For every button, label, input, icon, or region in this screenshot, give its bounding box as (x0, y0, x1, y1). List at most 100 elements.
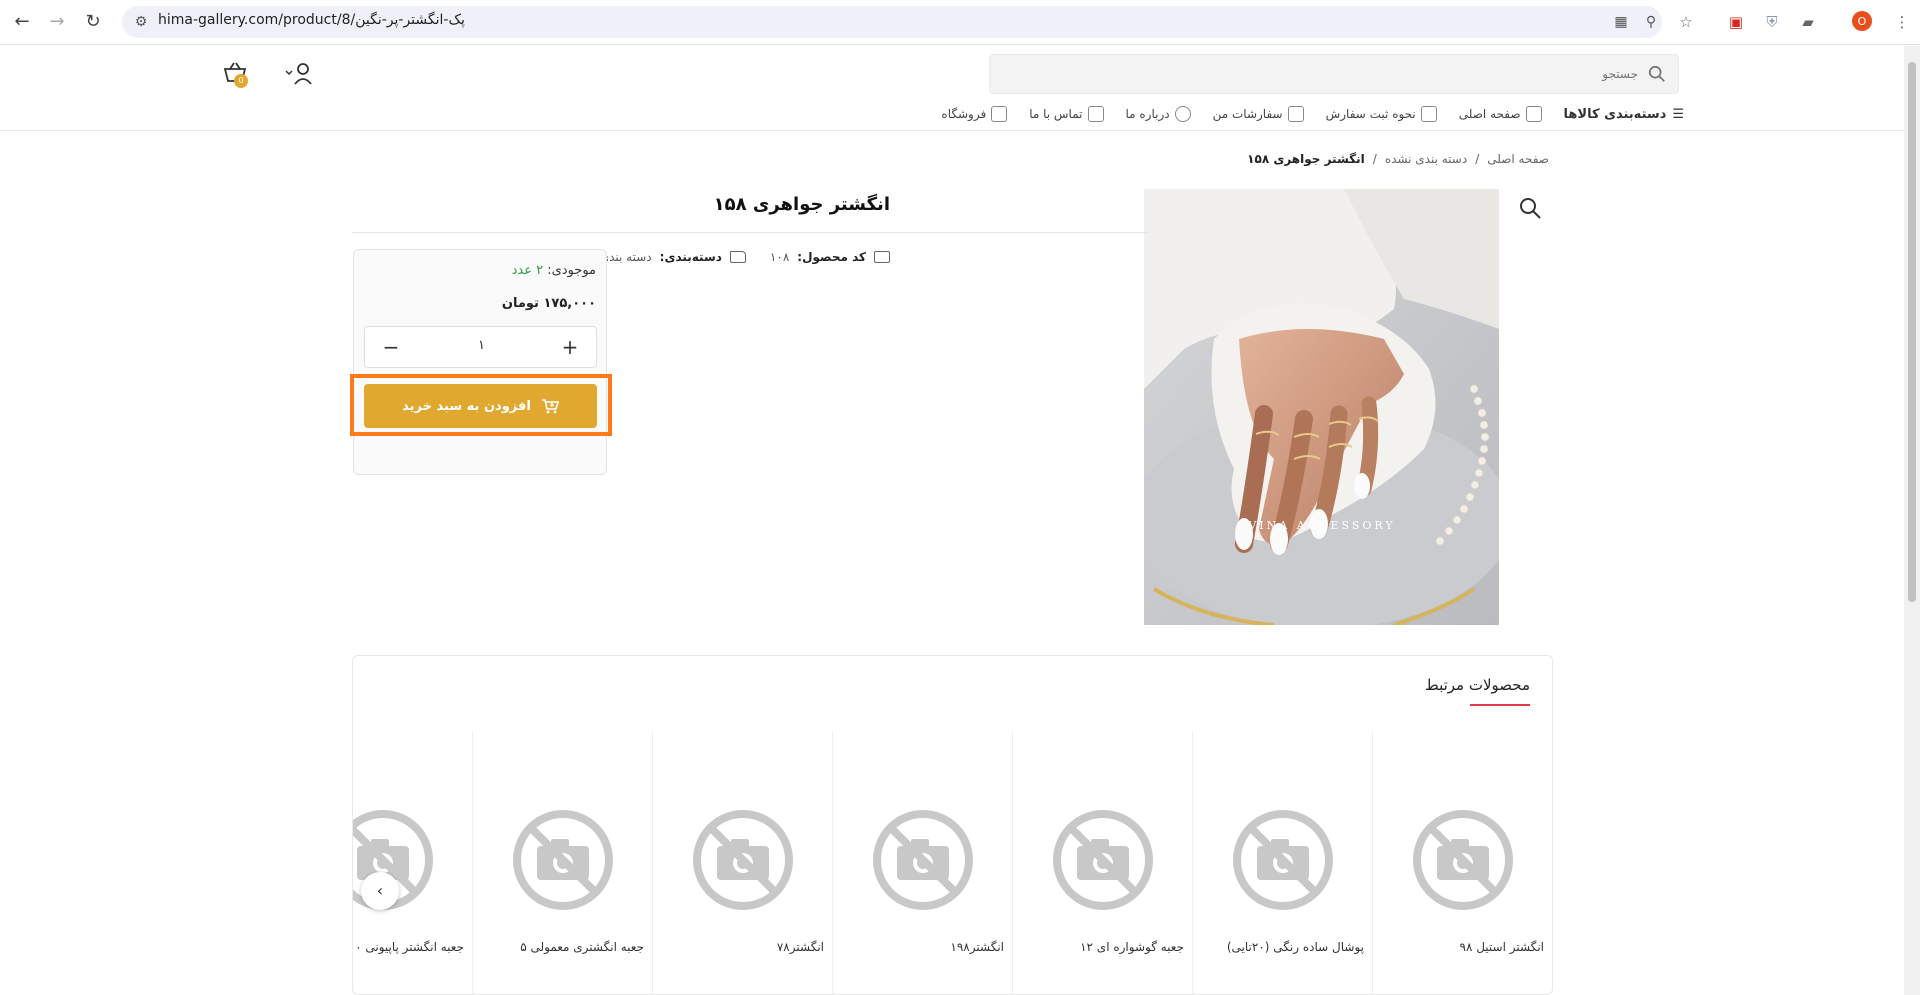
buy-box: موجودی: ۲ عدد ۱۷۵,۰۰۰ تومان + ۱ − افزودن… (350, 249, 612, 475)
breadcrumb-separator: / (1372, 152, 1377, 166)
hamburger-icon: ☰ (1672, 106, 1684, 122)
scrollbar-thumb[interactable] (1908, 62, 1916, 602)
stock-info: موجودی: ۲ عدد (512, 263, 596, 278)
barcode-icon (874, 251, 890, 263)
zoom-icon[interactable]: ⚲ (1640, 11, 1662, 33)
menu-item-home[interactable]: صفحه اصلی (1459, 106, 1542, 122)
home-icon (1525, 106, 1542, 122)
info-icon (1174, 106, 1191, 122)
site-info-icon[interactable]: ⚙ (130, 11, 152, 33)
breadcrumb-home[interactable]: صفحه اصلی (1487, 152, 1549, 166)
carousel-next-arrow[interactable]: › (361, 872, 399, 910)
category-label: دسته‌بندی: (659, 250, 722, 264)
header-divider (0, 130, 1904, 131)
profile-initial: O (1858, 15, 1867, 28)
image-watermark: VINA ACCESSORY (1247, 519, 1395, 532)
bookmark-star-icon[interactable]: ☆ (1674, 10, 1698, 34)
quantity-increase-button[interactable]: + (558, 335, 582, 359)
search-icon (1648, 65, 1665, 82)
product-code-label: کد محصول: (797, 250, 866, 264)
extension-shield-icon[interactable]: ⛨ (1760, 10, 1784, 34)
cart-plus-icon (541, 399, 559, 414)
add-to-cart-highlight: افزودن به سبد خرید (350, 374, 612, 436)
product-meta: کد محصول: ۱۰۸ دسته‌بندی: دسته بندی نشده (569, 250, 890, 264)
related-product-name[interactable]: جعبه گوشواره ای ۱۲ (1080, 940, 1184, 954)
product-price: ۱۷۵,۰۰۰ تومان (501, 296, 596, 311)
product-code-value: ۱۰۸ (769, 250, 790, 264)
related-product-card[interactable]: انگشتر۱۹۸ (832, 732, 1012, 994)
no-image-icon (513, 810, 613, 910)
menu-categories[interactable]: ☰ دسته‌بندی کالاها (1564, 107, 1684, 122)
phone-icon (1087, 106, 1104, 122)
url-text[interactable]: hima-gallery.com/product/8/پک-انگشتر-پر-… (158, 12, 465, 28)
related-product-card[interactable]: انگشتر۷۸ (652, 732, 832, 994)
user-account-button[interactable] (284, 62, 314, 86)
back-icon[interactable]: ← (10, 10, 34, 34)
translate-icon[interactable]: ▦ (1610, 11, 1632, 33)
menu-categories-label: دسته‌بندی کالاها (1563, 106, 1667, 122)
chevron-down-icon (285, 70, 293, 76)
site-page: 0 ☰ دسته‌بندی کالاها صفحه اصلی نحوه ثبت … (0, 46, 1904, 995)
main-menu: ☰ دسته‌بندی کالاها صفحه اصلی نحوه ثبت سف… (941, 102, 1684, 126)
menu-item-label: سفارشات من (1212, 107, 1283, 121)
product-title: انگشتر جواهری ۱۵۸ (713, 194, 890, 215)
related-product-card[interactable]: جعبه انگشتری معمولی ۵ (472, 732, 652, 994)
quantity-stepper: + ۱ − (364, 326, 597, 368)
add-to-cart-label: افزودن به سبد خرید (402, 398, 531, 414)
quantity-decrease-button[interactable]: − (379, 335, 403, 359)
search-box[interactable] (989, 54, 1679, 94)
menu-item-label: درباره ما (1125, 107, 1170, 121)
menu-item-contact[interactable]: تماس با ما (1029, 106, 1104, 122)
no-image-icon (1053, 810, 1153, 910)
search-input[interactable] (1038, 55, 1638, 93)
quantity-value[interactable]: ۱ (465, 338, 498, 353)
menu-item-shop[interactable]: فروشگاه (941, 106, 1008, 122)
related-product-name[interactable]: انگشتر استیل ۹۸ (1460, 940, 1545, 954)
related-product-name[interactable]: انگشتر۷۸ (777, 940, 824, 954)
reload-icon[interactable]: ↻ (81, 10, 105, 34)
no-image-icon (1233, 810, 1333, 910)
breadcrumb: صفحه اصلی / دسته بندی نشده / انگشتر جواه… (1247, 152, 1549, 166)
product-image[interactable]: VINA ACCESSORY (1144, 189, 1499, 625)
breadcrumb-separator: / (1475, 152, 1480, 166)
address-bar[interactable]: ⚙ hima-gallery.com/product/8/پک-انگشتر-پ… (122, 6, 1662, 38)
folder-icon (729, 251, 746, 263)
browser-toolbar: ← → ↻ ⚙ hima-gallery.com/product/8/پک-ان… (0, 0, 1920, 45)
menu-item-about[interactable]: درباره ما (1126, 106, 1191, 122)
no-image-icon (873, 810, 973, 910)
extensions-puzzle-icon[interactable]: ▰ (1796, 10, 1820, 34)
menu-item-how-to-order[interactable]: نحوه ثبت سفارش (1326, 106, 1437, 122)
stock-label: موجودی: (547, 263, 596, 278)
no-image-icon (1413, 810, 1513, 910)
stock-value: ۲ عدد (511, 263, 544, 278)
cart-count-badge: 0 (234, 74, 248, 88)
breadcrumb-category[interactable]: دسته بندی نشده (1385, 152, 1467, 166)
related-product-card[interactable]: جعبه گوشواره ای ۱۲ (1012, 732, 1192, 994)
zoom-search-icon[interactable] (1518, 196, 1542, 220)
related-carousel: انگشتر استیل ۹۸ پوشال ساده رنگی (۲۰تایی) ج… (353, 732, 1552, 994)
extension-pocket-icon[interactable]: ▣ (1724, 10, 1748, 34)
menu-item-my-orders[interactable]: سفارشات من (1213, 106, 1304, 122)
related-product-name[interactable]: جعبه انگشتری معمولی ۵ (520, 940, 644, 954)
related-product-name[interactable]: جعبه انگشتر پاپیونی ۱۰ (353, 940, 464, 954)
related-heading: محصولات مرتبط (1424, 676, 1530, 694)
related-product-card[interactable]: پوشال ساده رنگی (۲۰تایی) (1192, 732, 1372, 994)
related-product-name[interactable]: پوشال ساده رنگی (۲۰تایی) (1227, 940, 1364, 954)
profile-avatar[interactable]: O (1850, 10, 1874, 34)
related-product-card[interactable]: جعبه انگشتر پاپیونی ۱۰ (353, 732, 472, 994)
page-scrollbar[interactable] (1904, 46, 1920, 995)
forward-icon[interactable]: → (45, 10, 69, 34)
no-image-icon (693, 810, 793, 910)
menu-item-label: نحوه ثبت سفارش (1325, 107, 1416, 121)
title-divider (352, 232, 1149, 233)
related-product-card[interactable]: انگشتر استیل ۹۸ (1372, 732, 1552, 994)
store-icon (991, 106, 1008, 122)
box-icon (1287, 106, 1304, 122)
add-to-cart-button[interactable]: افزودن به سبد خرید (364, 384, 597, 428)
related-product-name[interactable]: انگشتر۱۹۸ (950, 940, 1004, 954)
browser-menu-icon[interactable]: ⋮ (1890, 10, 1914, 34)
related-products: محصولات مرتبط انگشتر استیل ۹۸ پوشال ساده … (352, 655, 1553, 995)
cart-button[interactable]: 0 (218, 60, 248, 90)
menu-item-label: تماس با ما (1029, 107, 1083, 121)
menu-item-label: فروشگاه (941, 107, 987, 121)
